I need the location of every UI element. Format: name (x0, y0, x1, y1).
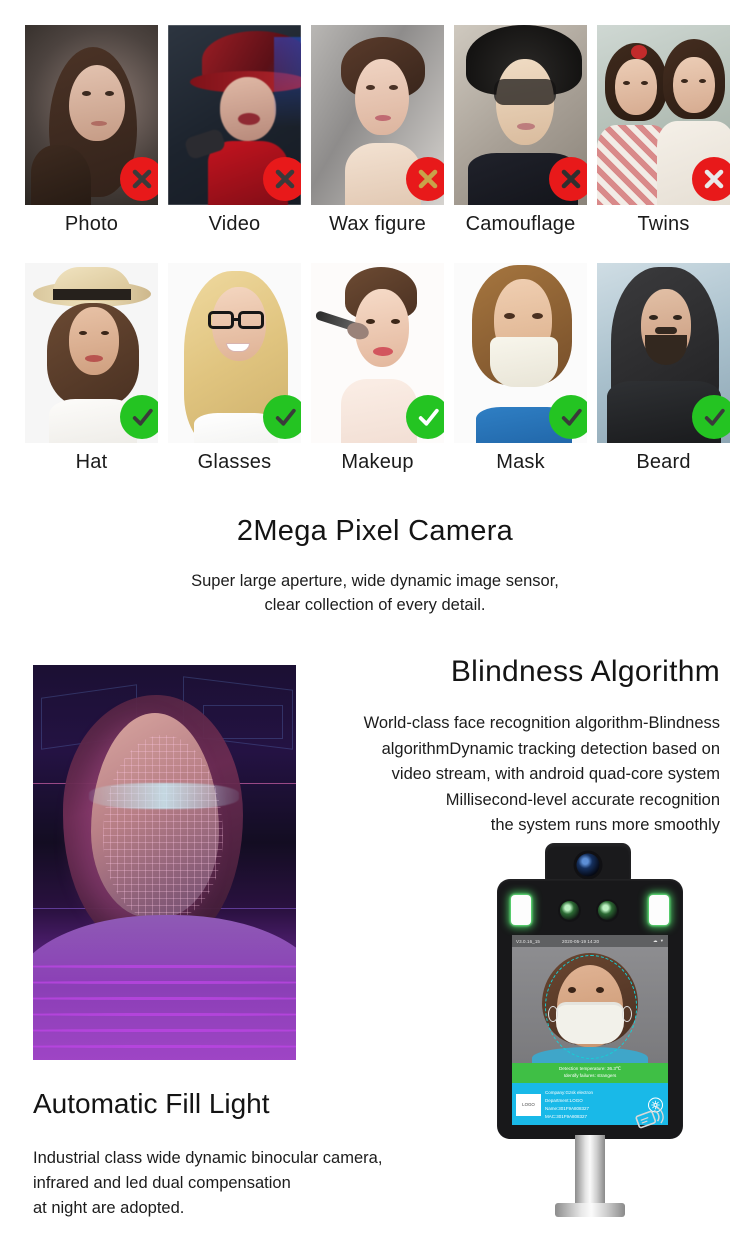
thumbnail-beard (597, 263, 730, 443)
device-stand-base (555, 1203, 625, 1217)
accept-label: Mask (496, 451, 545, 473)
algorithm-section: Blindness Algorithm World-class face rec… (310, 655, 720, 839)
camera-lens-icon (576, 853, 600, 877)
antispoof-grid: Photo Video Wax figure Camouflage Twins (25, 25, 730, 236)
accept-cell-hat: Hat (25, 263, 158, 474)
antispoof-label: Camouflage (465, 213, 576, 235)
thumbnail-twins (597, 25, 730, 205)
fill-light-hero-image (33, 665, 296, 1060)
camera-body-line-2: clear collection of every detail. (264, 595, 486, 614)
fill-light-section-title: Automatic Fill Light (33, 1088, 270, 1119)
fill-light-body-line-2: infrared and led dual compensation (33, 1173, 291, 1192)
cross-icon (263, 157, 301, 201)
device-stand-pole (575, 1135, 605, 1207)
algorithm-body-line-3: video stream, with android quad-core sys… (391, 765, 720, 784)
fill-light-led-icon (511, 895, 531, 925)
antispoof-label: Video (208, 213, 261, 235)
status-timestamp: 2020-05-19 14:20 (562, 938, 600, 944)
antispoof-label: Twins (637, 213, 690, 235)
thumbnail-photo (25, 25, 158, 205)
info-name: Name:301F9A808327 (545, 1105, 590, 1111)
info-department: Department:LOGO (545, 1097, 583, 1103)
accept-cell-makeup: Makeup (311, 263, 444, 474)
camera-section-body: Super large aperture, wide dynamic image… (0, 570, 750, 618)
thumbnail-video (168, 25, 301, 205)
identify-result: Identify failures: strangers (563, 1073, 617, 1079)
fill-light-section-body: Industrial class wide dynamic binocular … (33, 1146, 382, 1220)
cross-icon (692, 157, 730, 201)
temperature-panel: Detection temperature: 36.3℃ Identify fa… (512, 1063, 668, 1083)
antispoof-label: Photo (64, 213, 119, 235)
algorithm-section-body: World-class face recognition algorithm-B… (310, 711, 720, 839)
antispoof-cell-wax-figure: Wax figure (311, 25, 444, 236)
infrared-sensor-icon (560, 901, 579, 920)
camera-section: 2Mega Pixel Camera Super large aperture,… (0, 515, 750, 618)
thumbnail-wax-figure (311, 25, 444, 205)
cross-icon (549, 157, 587, 201)
info-company: Company:Gzsk electron (545, 1089, 594, 1095)
thumbnail-hat (25, 263, 158, 443)
fill-light-hero-art (33, 665, 296, 1060)
cross-icon (406, 157, 444, 201)
status-icons: ☁ ▾ (652, 938, 664, 943)
algorithm-body-line-4: Millisecond-level accurate recognition (445, 790, 720, 809)
thumbnail-glasses (168, 263, 301, 443)
thumbnail-camouflage (454, 25, 587, 205)
info-mac: MAC:301F9A808327 (545, 1113, 588, 1119)
antispoof-cell-photo: Photo (25, 25, 158, 236)
infrared-sensor-icon (598, 901, 617, 920)
antispoof-cell-video: Video (168, 25, 301, 236)
thumbnail-mask (454, 263, 587, 443)
check-icon (549, 395, 587, 439)
check-icon (120, 395, 158, 439)
camera-section-title: 2Mega Pixel Camera (236, 515, 514, 547)
antispoof-label: Wax figure (329, 213, 426, 235)
device-screen[interactable]: V3.0.16_15 2020-05-19 14:20 ☁ ▾ Detectio… (512, 935, 668, 1125)
antispoof-cell-twins: Twins (597, 25, 730, 236)
live-face-preview (512, 947, 668, 1063)
device-status-bar: V3.0.16_15 2020-05-19 14:20 ☁ ▾ (512, 935, 668, 947)
check-icon (263, 395, 301, 439)
firmware-version: V3.0.16_15 (516, 938, 541, 944)
accept-cell-glasses: Glasses (168, 263, 301, 474)
fill-light-led-icon (649, 895, 669, 925)
product-feature-page: Photo Video Wax figure Camouflage Twins … (0, 0, 750, 1244)
accept-label: Glasses (197, 451, 272, 473)
algorithm-section-title: Blindness Algorithm (450, 655, 720, 688)
accept-cell-mask: Mask (454, 263, 587, 474)
algorithm-body-line-5: the system runs more smoothly (490, 816, 720, 835)
accept-cell-beard: Beard (597, 263, 730, 474)
algorithm-body-line-2: algorithmDynamic tracking detection base… (381, 739, 720, 758)
antispoof-cell-camouflage: Camouflage (454, 25, 587, 236)
company-logo: LOGO (516, 1093, 541, 1116)
camera-body-line-1: Super large aperture, wide dynamic image… (191, 572, 559, 590)
detection-temperature: Detection temperature: 36.3℃ (558, 1066, 622, 1071)
face-recognition-terminal: V3.0.16_15 2020-05-19 14:20 ☁ ▾ Detectio… (497, 843, 683, 1243)
check-icon (692, 395, 730, 439)
accept-grid: Hat Glasses Makeup Mask Beard (25, 263, 730, 474)
accept-label: Beard (636, 451, 691, 473)
accept-label: Makeup (341, 451, 414, 473)
check-icon (406, 395, 444, 439)
algorithm-body-line-1: World-class face recognition algorithm-B… (363, 714, 720, 732)
cross-icon (120, 157, 158, 201)
accept-label: Hat (75, 451, 108, 473)
device-info-lines: Company:Gzsk electron Department:LOGO Na… (545, 1089, 593, 1121)
fill-light-body-line-1: Industrial class wide dynamic binocular … (33, 1149, 383, 1167)
face-detection-overlay (545, 955, 637, 1059)
rfid-card-icon (635, 1105, 665, 1131)
fill-light-body-line-3: at night are adopted. (33, 1198, 185, 1217)
thumbnail-makeup (311, 263, 444, 443)
device-body: V3.0.16_15 2020-05-19 14:20 ☁ ▾ Detectio… (497, 879, 683, 1139)
